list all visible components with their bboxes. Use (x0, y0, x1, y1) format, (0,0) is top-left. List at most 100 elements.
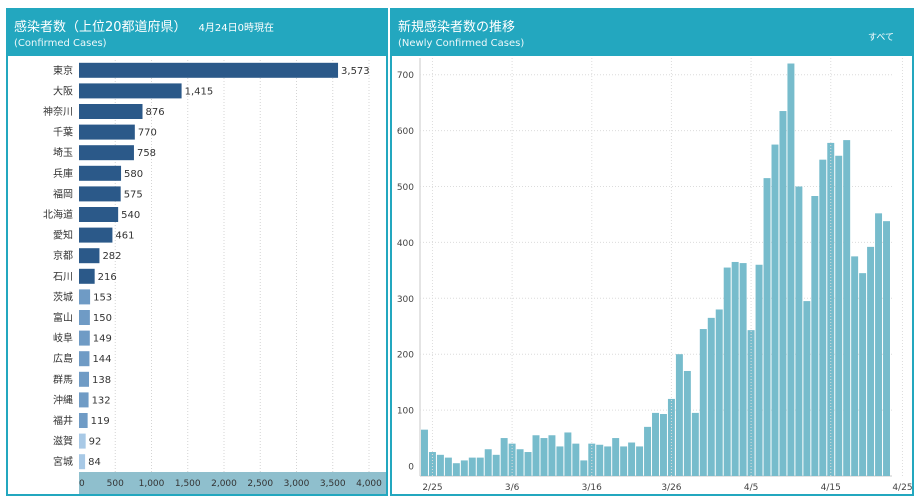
daily-bar (883, 221, 890, 476)
daily-bar (532, 435, 540, 476)
value-label: 282 (102, 251, 121, 262)
daily-bar (843, 140, 851, 476)
bar (79, 371, 90, 387)
bar (79, 289, 91, 305)
value-label: 92 (89, 437, 102, 448)
daily-bar (460, 460, 468, 476)
y-tick-label: 700 (397, 71, 414, 81)
y-tick-label: 600 (397, 127, 414, 137)
daily-bar (675, 354, 683, 476)
value-label: 144 (92, 354, 111, 365)
category-label: 愛知 (53, 229, 73, 242)
daily-bar (667, 398, 675, 476)
y-tick-label: 100 (397, 407, 414, 417)
daily-bar (659, 414, 667, 476)
x-tick-label: 2/25 (422, 483, 442, 493)
value-label: 119 (91, 416, 110, 427)
daily-bar (572, 443, 580, 476)
category-label: 富山 (53, 311, 73, 324)
x-tick-label: 0 (79, 479, 85, 489)
daily-bar (723, 267, 731, 476)
daily-bar (739, 263, 747, 476)
bar (79, 330, 90, 346)
value-label: 216 (98, 272, 117, 283)
bar (79, 310, 90, 325)
daily-bar (851, 256, 859, 476)
daily-bar (652, 412, 659, 476)
bar (79, 268, 95, 284)
daily-bar (795, 186, 803, 476)
value-label: 149 (93, 334, 112, 345)
category-label: 埼玉 (53, 146, 73, 159)
daily-bar (691, 412, 699, 476)
bar (79, 83, 182, 99)
y-tick-label: 400 (397, 239, 414, 249)
x-tick-label: 500 (107, 479, 124, 489)
daily-bar (644, 426, 652, 476)
daily-bar (835, 155, 843, 476)
daily-bar (811, 196, 819, 477)
daily-bar (452, 463, 460, 476)
value-label: 461 (115, 231, 134, 242)
category-label: 神奈川 (43, 105, 73, 118)
category-label: 福井 (53, 414, 73, 427)
daily-bar (699, 329, 707, 476)
y-tick-label: 300 (397, 295, 414, 305)
bar (79, 145, 134, 161)
x-tick-label: 3/6 (505, 483, 520, 493)
category-label: 京都 (53, 249, 73, 262)
category-label: 東京 (53, 64, 73, 77)
bar (79, 186, 121, 202)
daily-bar (516, 449, 524, 476)
value-label: 540 (121, 210, 140, 221)
bar (79, 392, 89, 408)
daily-bar (476, 457, 484, 476)
bar (79, 62, 339, 78)
daily-bar (540, 438, 548, 476)
daily-bar (787, 63, 795, 477)
value-label: 132 (92, 395, 111, 406)
bar (79, 165, 122, 181)
daily-bar (771, 144, 779, 476)
category-label: 群馬 (53, 373, 73, 386)
category-label: 岐阜 (53, 332, 73, 345)
daily-bar (827, 142, 835, 476)
x-tick-label: 4/15 (821, 483, 841, 493)
daily-bar (763, 178, 771, 477)
daily-bar (564, 432, 572, 476)
daily-bar (779, 111, 787, 476)
category-label: 千葉 (53, 126, 73, 139)
x-tick-label: 3,000 (284, 479, 310, 489)
daily-bar (731, 261, 739, 476)
x-tick-label: 1,500 (175, 479, 201, 489)
bar (79, 433, 86, 449)
x-tick-label: 4/5 (744, 483, 758, 493)
value-label: 770 (138, 128, 157, 139)
daily-bar (596, 444, 604, 476)
daily-bar (580, 460, 588, 476)
prefecture-bar-chart: 0 500 1,000 1,500 2,000 2,500 3,000 3,500 4,000 東… (43, 60, 386, 494)
bar (79, 104, 143, 119)
daily-bar (803, 301, 811, 476)
category-label: 茨城 (53, 290, 73, 303)
daily-bar (859, 273, 867, 476)
trend-panel: 新規感染者数の推移 (Newly Confirmed Cases) すべて 01… (390, 8, 914, 496)
category-label: 石川 (53, 272, 73, 283)
daily-bar (556, 446, 564, 476)
daily-bar (468, 457, 476, 476)
x-tick-label: 2,500 (247, 479, 273, 489)
value-label: 1,415 (185, 86, 214, 97)
category-label: 沖縄 (53, 393, 73, 406)
bar (79, 207, 119, 222)
daily-bar (444, 457, 452, 476)
bar (79, 124, 135, 140)
x-tick-label: 4,000 (356, 479, 382, 489)
daily-bar (436, 454, 444, 476)
value-label: 575 (124, 189, 143, 200)
y-tick-label: 0 (408, 463, 414, 473)
x-tick-label: 3/16 (582, 483, 602, 493)
value-label: 138 (92, 375, 111, 386)
bar (79, 227, 113, 243)
x-tick-label: 3/26 (661, 483, 681, 493)
daily-bar (612, 438, 620, 476)
